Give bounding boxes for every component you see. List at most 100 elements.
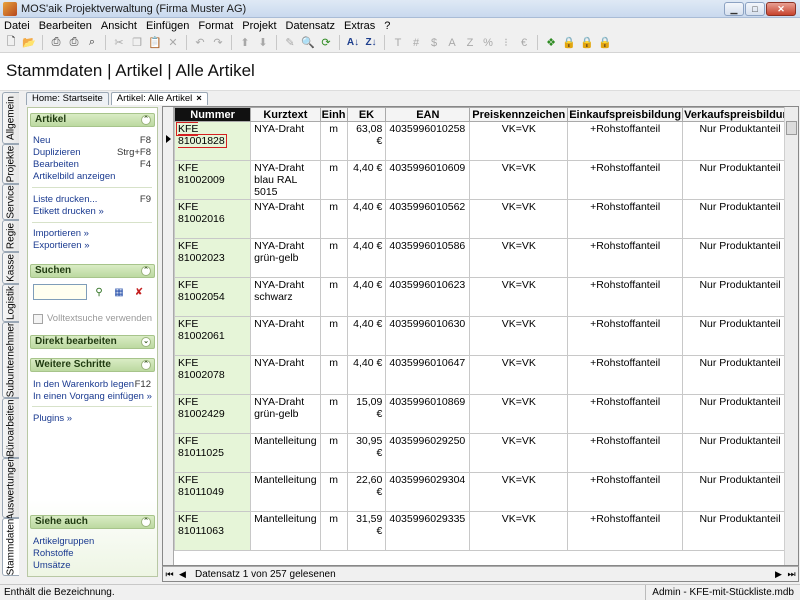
move-down-icon[interactable]: ⬇ [255,35,271,51]
close-button[interactable]: ✕ [766,1,796,16]
table-cell[interactable]: Nur Produktanteil [682,394,798,434]
table-cell[interactable]: KFE 81002054 [173,277,252,317]
vtab-logistik[interactable]: Logistik [2,284,19,322]
table-cell[interactable]: +Rohstoffanteil [567,511,684,551]
vtab-projekte[interactable]: Projekte [2,144,19,184]
tab-alle-artikel[interactable]: Artikel: Alle Artikel × [110,92,208,105]
table-cell[interactable]: Nur Produktanteil [682,316,798,356]
table-cell[interactable]: m [319,433,348,473]
table-cell[interactable]: +Rohstoffanteil [567,394,684,434]
maximize-button[interactable]: □ [745,1,765,16]
table-cell[interactable]: NYA-Draht [250,316,321,356]
table-cell[interactable]: 4,40 € [346,277,387,317]
action-bearbeiten[interactable]: Bearbeiten F4 [33,159,151,170]
table-cell[interactable]: m [319,355,348,395]
table-cell[interactable]: 4035996010586 [385,238,471,278]
vtab-regie[interactable]: Regie [2,220,19,252]
table-cell[interactable]: Nur Produktanteil [682,355,798,395]
action-exportieren[interactable]: Exportieren » [33,240,151,251]
table-cell[interactable]: m [319,472,348,512]
menu-datensatz[interactable]: Datensatz [286,20,336,32]
column-header[interactable]: EK [346,107,387,122]
table-row[interactable]: KFE 81011049 Mantelleitung m 22,60 €4035996… [173,472,798,512]
table-cell[interactable]: 4035996010623 [385,277,471,317]
search-filter-icon[interactable]: ⚲ [90,284,108,300]
action-plugins[interactable]: Plugins » [33,413,151,424]
table-cell[interactable]: 22,60 € [346,472,387,512]
table-cell[interactable]: KFE 81011063 [173,511,252,551]
table-cell[interactable]: KFE 81002023 [173,238,252,278]
menu-datei[interactable]: Datei [4,20,30,32]
table-row[interactable]: KFE 81002429 NYA-Draht grün-gelb m 15,09 €4… [173,394,798,434]
table-cell[interactable]: VK=VK [469,238,569,278]
table-cell[interactable]: 4035996010609 [385,160,471,200]
table-cell[interactable]: Mantelleitung [250,472,321,512]
search-table-icon[interactable]: ▦ [110,284,128,300]
link-umsaetze[interactable]: Umsätze [33,560,151,571]
scrollbar-thumb[interactable] [786,121,797,135]
table-cell[interactable]: m [319,394,348,434]
print-multiple-icon[interactable]: ⎙ [66,35,82,51]
edit-pen-icon[interactable]: ✎ [282,35,298,51]
sort-descending-icon[interactable]: Z↓ [363,35,379,51]
table-cell[interactable]: 4,40 € [346,160,387,200]
vtab-subunternehmer[interactable]: Subunternehmer [2,322,19,398]
table-cell[interactable]: +Rohstoffanteil [567,433,684,473]
cut-icon[interactable]: ✂ [111,35,127,51]
table-cell[interactable]: 4035996010630 [385,316,471,356]
table-cell[interactable]: KFE 81011025 [173,433,252,473]
text-format-icon[interactable]: T [390,35,406,51]
table-cell[interactable]: Mantelleitung [250,433,321,473]
prev-record-icon[interactable]: ◀ [176,567,189,581]
column-header[interactable]: Einh [319,107,348,122]
table-cell[interactable]: VK=VK [469,433,569,473]
table-row[interactable]: KFE 81002009 NYA-Draht blau RAL 5015 m 4,40… [173,160,798,200]
section-weitere-schritte-header[interactable]: Weitere Schritte ⌃ [30,358,155,372]
refresh-icon[interactable]: ⟳ [318,35,334,51]
vtab-service[interactable]: Service [2,184,19,220]
menu-ansicht[interactable]: Ansicht [101,20,137,32]
redo-icon[interactable]: ↷ [210,35,226,51]
collapse-icon[interactable]: ⌃ [141,517,151,527]
minimize-button[interactable]: ▁ [724,1,744,16]
vtab-allgemein[interactable]: Allgemein [2,92,19,144]
table-cell[interactable]: NYA-Draht [250,355,321,395]
table-cell[interactable]: VK=VK [469,355,569,395]
vertical-scrollbar[interactable] [784,107,798,565]
lock-red-icon[interactable]: 🔒 [597,35,613,51]
table-cell[interactable]: 4035996029335 [385,511,471,551]
vtab-kasse[interactable]: Kasse [2,252,19,284]
network-icon[interactable]: ❖ [543,35,559,51]
table-cell[interactable]: Nur Produktanteil [682,511,798,551]
next-record-icon[interactable]: ▶ [772,567,785,581]
row-selector-column[interactable] [163,107,174,565]
table-cell[interactable]: Nur Produktanteil [682,277,798,317]
table-row[interactable]: KFE 81002061 NYA-Draht m 4,40 €403599601063… [173,316,798,356]
euro-format-icon[interactable]: € [516,35,532,51]
link-artikelgruppen[interactable]: Artikelgruppen [33,536,151,547]
table-cell[interactable]: 4035996010562 [385,199,471,239]
table-cell[interactable]: KFE 81002078 [173,355,252,395]
table-cell[interactable]: Mantelleitung [250,511,321,551]
lock-blue-icon[interactable]: 🔒 [561,35,577,51]
table-row[interactable]: KFE 81002078 NYA-Draht m 4,40 €403599601064… [173,355,798,395]
table-cell[interactable]: Nur Produktanteil [682,472,798,512]
table-cell[interactable]: m [319,277,348,317]
column-header[interactable]: EAN [385,107,471,122]
table-cell[interactable]: VK=VK [469,160,569,200]
number-format-icon[interactable]: # [408,35,424,51]
table-cell[interactable]: +Rohstoffanteil [567,277,684,317]
table-row[interactable]: KFE 81002054 NYA-Draht schwarz m 4,40 €4035… [173,277,798,317]
column-header[interactable]: Preiskennzeichen [469,107,569,122]
menu-projekt[interactable]: Projekt [242,20,276,32]
table-cell[interactable]: Nur Produktanteil [682,238,798,278]
table-cell[interactable]: KFE 81001828 [173,121,252,161]
menu-einfuegen[interactable]: Einfügen [146,20,189,32]
section-direkt-bearbeiten-header[interactable]: Direkt bearbeiten ⌄ [30,335,155,349]
action-importieren[interactable]: Importieren » [33,228,151,239]
table-cell[interactable]: m [319,199,348,239]
table-cell[interactable]: +Rohstoffanteil [567,316,684,356]
action-warenkorb[interactable]: In den Warenkorb legen F12 [33,379,151,390]
table-cell[interactable]: VK=VK [469,121,569,161]
table-cell[interactable]: +Rohstoffanteil [567,355,684,395]
